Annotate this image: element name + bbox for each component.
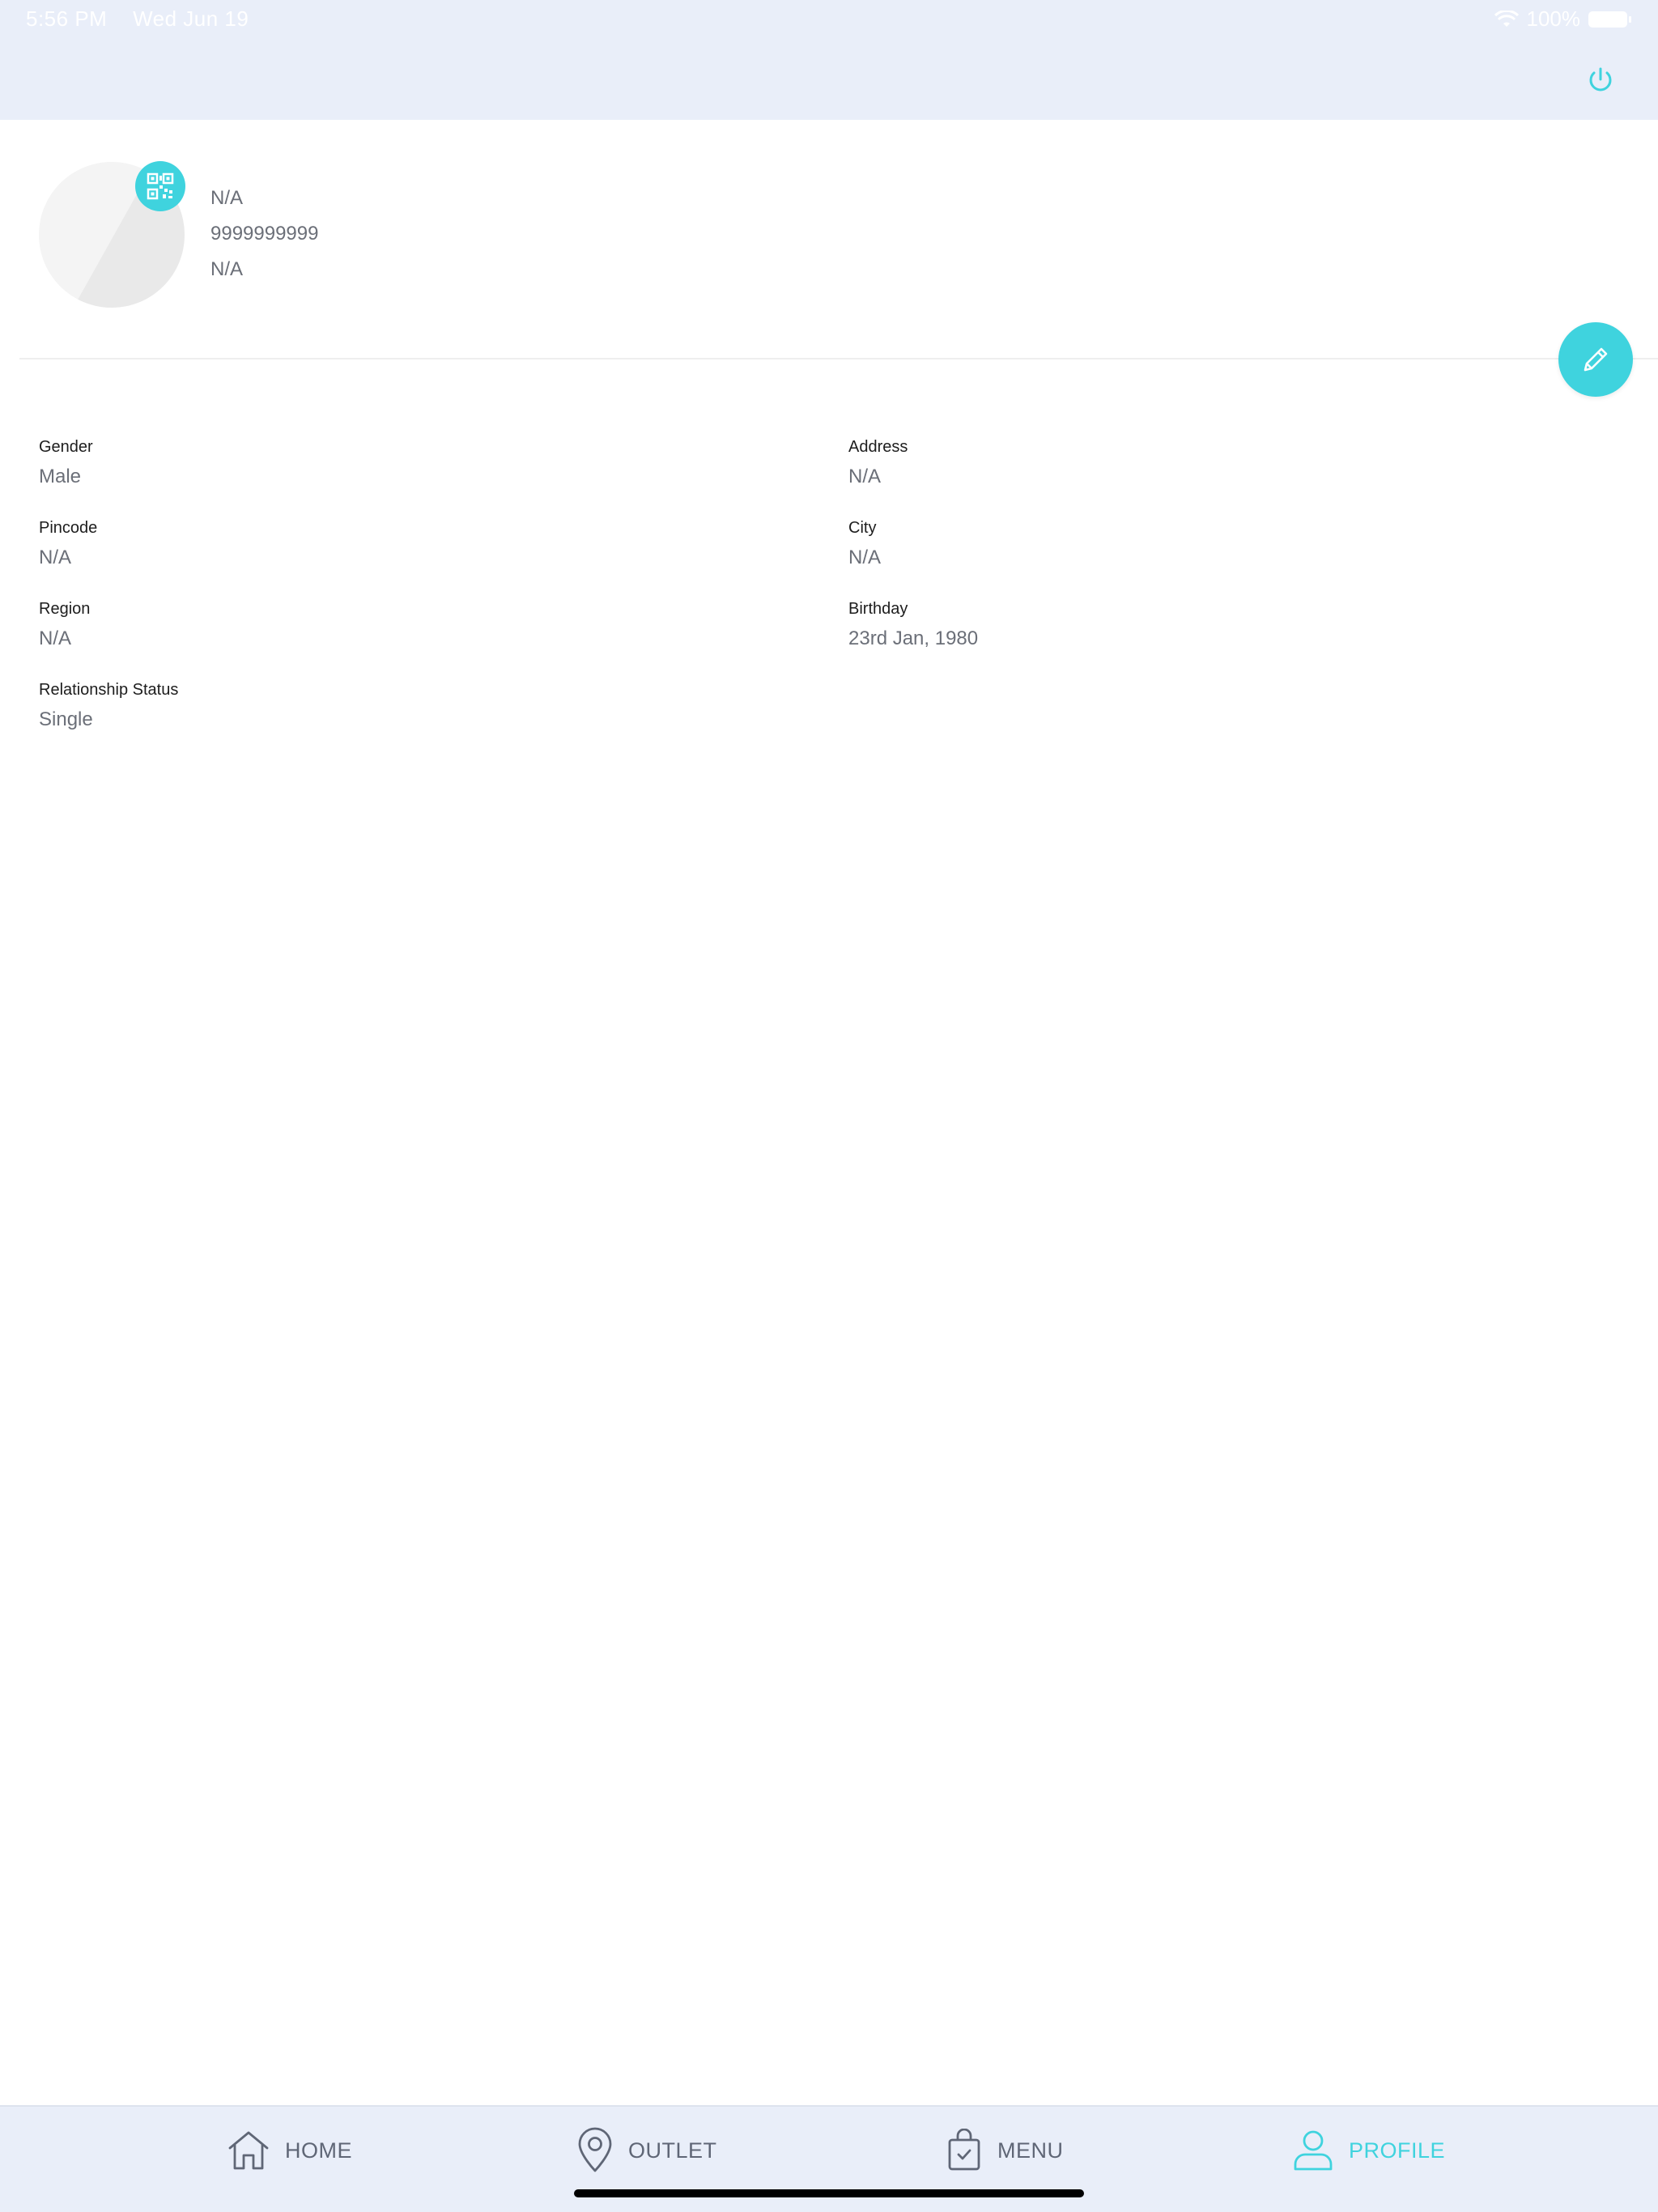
status-date: Wed Jun 19 bbox=[133, 6, 249, 31]
nav-item-profile[interactable]: PROFILE bbox=[1292, 2126, 1445, 2175]
power-icon[interactable] bbox=[1585, 65, 1616, 96]
qr-code-icon bbox=[147, 172, 174, 200]
field-label: Birthday bbox=[848, 600, 908, 618]
field-label: Pincode bbox=[39, 519, 98, 537]
field-value: N/A bbox=[39, 547, 72, 568]
edit-profile-button[interactable] bbox=[1558, 322, 1633, 397]
status-bar-left: 5:56 PM Wed Jun 19 bbox=[26, 6, 268, 32]
user-icon bbox=[1294, 2130, 1333, 2171]
status-time: 5:56 PM bbox=[26, 6, 108, 31]
qr-code-button[interactable] bbox=[135, 161, 185, 211]
field-value: N/A bbox=[848, 466, 882, 487]
field-pincode: Pincode N/A bbox=[39, 516, 97, 574]
nav-label-profile: PROFILE bbox=[1349, 2138, 1446, 2163]
nav-label-menu: MENU bbox=[997, 2138, 1064, 2163]
nav-label-home: HOME bbox=[285, 2138, 352, 2163]
field-city: City N/A bbox=[848, 516, 881, 574]
nav-item-home[interactable]: HOME bbox=[227, 2126, 352, 2175]
app-header: 5:56 PM Wed Jun 19 100% bbox=[0, 0, 1658, 120]
field-address: Address N/A bbox=[848, 435, 908, 493]
field-value: N/A bbox=[848, 547, 882, 568]
field-birthday: Birthday 23rd Jan, 1980 bbox=[848, 597, 978, 655]
field-region: Region N/A bbox=[39, 597, 90, 655]
home-indicator[interactable] bbox=[574, 2189, 1084, 2197]
location-pin-icon bbox=[578, 2127, 612, 2172]
field-value: Male bbox=[39, 466, 82, 487]
field-value: N/A bbox=[39, 627, 72, 649]
profile-summary: N/A 9999999999 N/A bbox=[210, 185, 318, 291]
nav-item-menu[interactable]: MENU bbox=[946, 2126, 1064, 2175]
field-value: 23rd Jan, 1980 bbox=[848, 627, 979, 649]
section-divider bbox=[19, 358, 1658, 359]
field-label: Gender bbox=[39, 438, 93, 456]
profile-name: N/A bbox=[210, 187, 244, 209]
nav-item-outlet[interactable]: OUTLET bbox=[576, 2126, 717, 2175]
profile-phone: 9999999999 bbox=[210, 223, 319, 245]
status-bar-right: 100% bbox=[1494, 6, 1631, 32]
shopping-bag-icon bbox=[948, 2129, 980, 2171]
battery-percent: 100% bbox=[1526, 6, 1581, 31]
field-value: Single bbox=[39, 708, 93, 730]
field-relationship-status: Relationship Status Single bbox=[39, 678, 178, 736]
field-label: Address bbox=[848, 438, 908, 456]
battery-icon bbox=[1588, 11, 1631, 28]
nav-label-outlet: OUTLET bbox=[628, 2138, 717, 2163]
wifi-icon bbox=[1494, 10, 1519, 27]
profile-email: N/A bbox=[210, 258, 244, 280]
pencil-icon bbox=[1584, 347, 1608, 372]
field-gender: Gender Male bbox=[39, 435, 93, 493]
field-label: Relationship Status bbox=[39, 681, 179, 699]
home-icon bbox=[228, 2131, 269, 2170]
field-label: City bbox=[848, 519, 877, 537]
field-label: Region bbox=[39, 600, 91, 618]
